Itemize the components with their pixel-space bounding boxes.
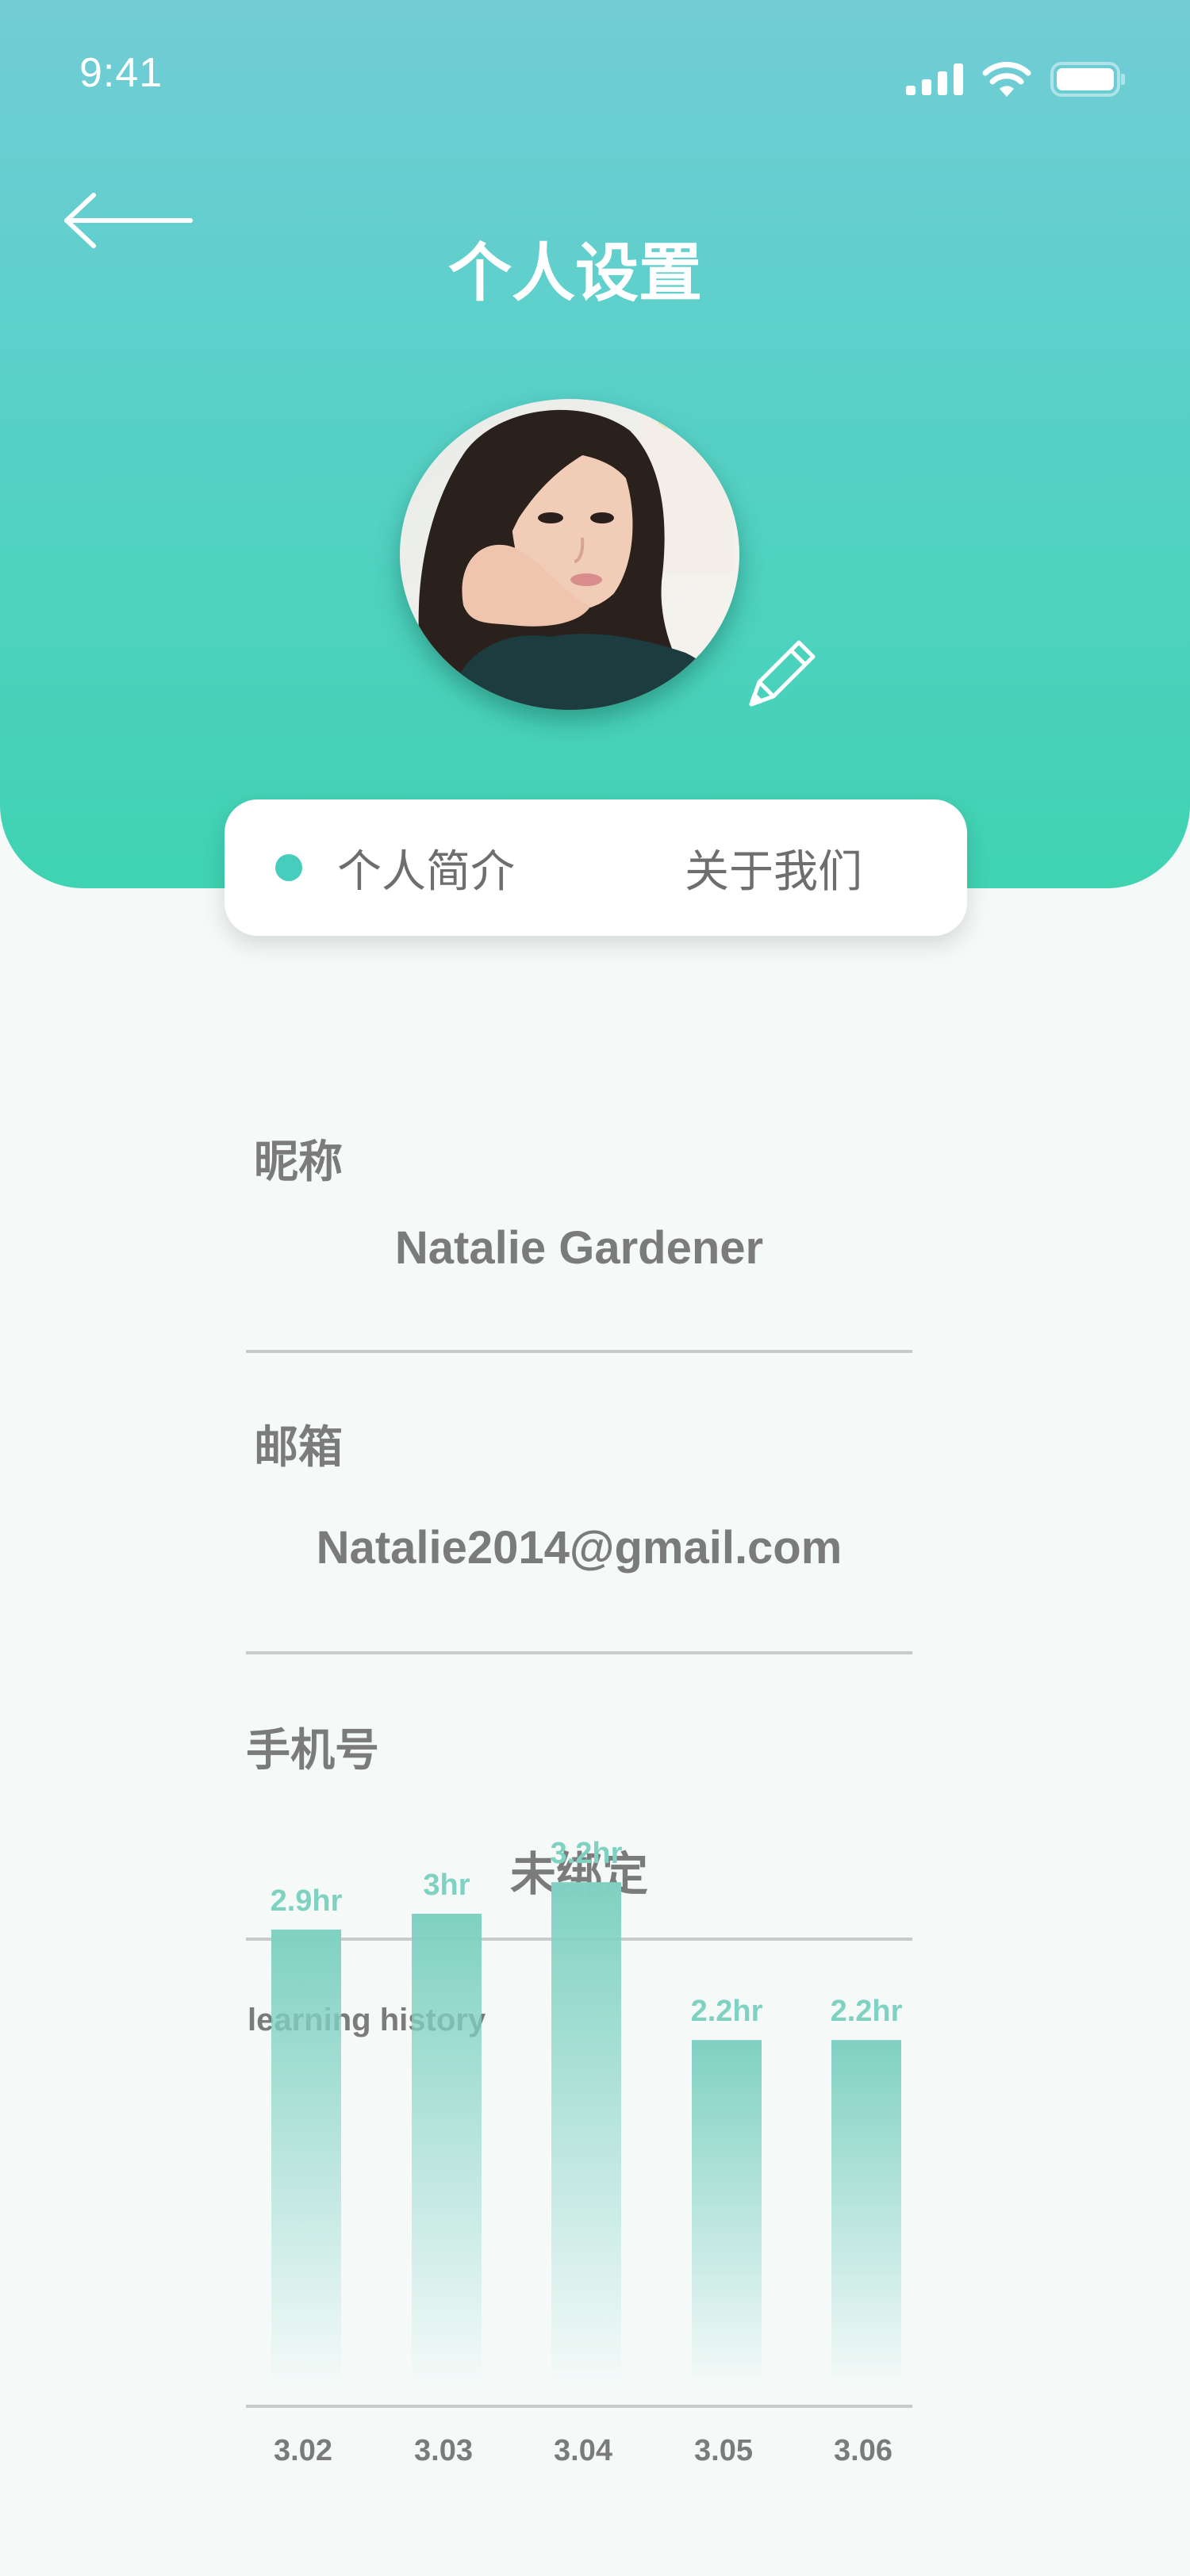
chart-bar <box>692 2040 762 2387</box>
tab-profile-label: 个人简介 <box>337 845 515 898</box>
chart-bar <box>831 2040 901 2387</box>
x-tick-label: 3.05 <box>694 2434 753 2467</box>
battery-icon <box>1050 62 1125 97</box>
divider <box>246 1651 912 1654</box>
x-tick-label: 3.04 <box>554 2434 612 2467</box>
status-icons <box>906 62 1127 97</box>
divider <box>246 1938 912 1941</box>
tab-about-us-label: 关于我们 <box>685 845 862 898</box>
edit-avatar-button[interactable] <box>734 627 829 722</box>
divider <box>246 1350 912 1353</box>
tabs-card: 个人简介 关于我们 <box>225 799 967 936</box>
chart-bar <box>271 1929 341 2387</box>
phone-value[interactable]: 未绑定 <box>246 1837 912 1903</box>
nickname-label: 昵称 <box>254 1137 343 1188</box>
x-tick-label: 3.03 <box>414 2434 473 2467</box>
x-tick-label: 3.06 <box>834 2434 892 2467</box>
chart-bar <box>551 1882 621 2387</box>
status-time: 9:41 <box>79 50 163 96</box>
avatar[interactable] <box>400 399 739 710</box>
email-label: 邮箱 <box>254 1422 343 1474</box>
chart-title: learning history <box>248 2003 486 2037</box>
bar-value-label: 2.2hr <box>691 1995 763 2028</box>
phone-label: 手机号 <box>246 1725 379 1777</box>
active-tab-dot <box>275 854 302 881</box>
signal-icon <box>906 63 963 95</box>
nickname-value[interactable]: Natalie Gardener <box>246 1221 912 1275</box>
x-tick-label: 3.02 <box>274 2434 332 2467</box>
tab-about-us[interactable]: 关于我们 <box>685 799 862 936</box>
tab-profile[interactable]: 个人简介 <box>275 799 515 936</box>
pencil-icon <box>749 640 816 707</box>
bar-value-label: 2.2hr <box>831 1995 903 2028</box>
page-title: 个人设置 <box>448 236 702 310</box>
email-value[interactable]: Natalie2014@gmail.com <box>246 1521 912 1574</box>
chart-bar <box>412 1914 482 2387</box>
avatar-image <box>400 399 739 710</box>
wifi-icon <box>982 62 1031 97</box>
